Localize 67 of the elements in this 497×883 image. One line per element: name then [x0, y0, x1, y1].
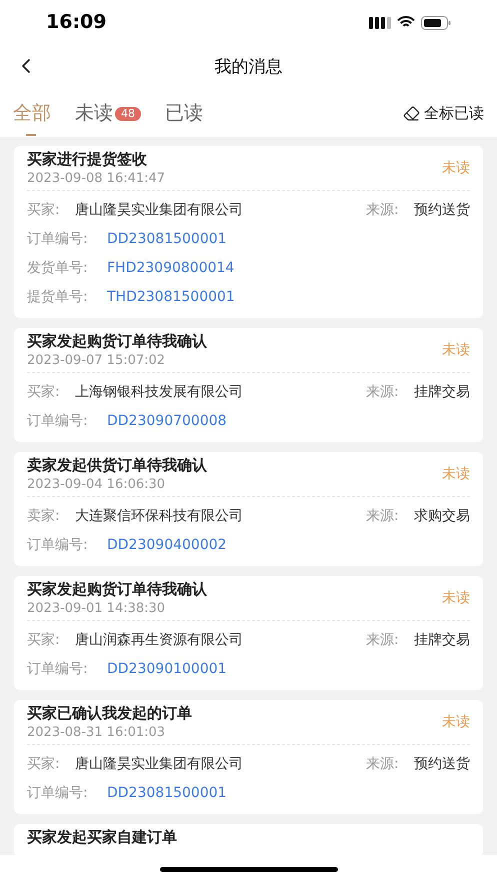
field-label: 订单编号: [27, 784, 89, 803]
field-value: 挂牌交易 [414, 383, 470, 402]
read-status: 未读 [442, 588, 470, 608]
field-label: 来源: [366, 755, 400, 774]
field-label: 提货单号: [27, 288, 89, 307]
field-value: 求购交易 [414, 507, 470, 526]
field-label: 买家: [27, 755, 61, 774]
order-number-link[interactable]: DD23090700008 [107, 411, 227, 432]
field-value: 预约送货 [414, 201, 470, 220]
field-label: 买家: [27, 631, 61, 650]
message-title: 买家发起买家自建订单 [27, 827, 177, 848]
field-value: 上海钢银科技发展有限公司 [75, 383, 243, 402]
field-label: 卖家: [27, 507, 61, 526]
message-title: 买家进行提货签收 [27, 149, 148, 170]
order-number-link[interactable]: DD23090100001 [107, 659, 227, 680]
message-time: 2023-09-07 15:07:02 [27, 352, 166, 369]
message-title: 买家发起购货订单待我确认 [27, 579, 207, 600]
read-status: 未读 [442, 464, 470, 484]
field-label: 来源: [366, 383, 400, 402]
field-value: 唐山润森再生资源有限公司 [75, 631, 243, 650]
field-value: 唐山隆昊实业集团有限公司 [75, 201, 243, 220]
field-value: 大连聚信环保科技有限公司 [75, 507, 243, 526]
field-label: 买家: [27, 201, 61, 220]
field-label: 买家: [27, 383, 61, 402]
tab-indicator [26, 134, 36, 136]
field-value: 预约送货 [414, 755, 470, 774]
field-value: 唐山隆昊实业集团有限公司 [75, 755, 243, 774]
field-label: 订单编号: [27, 412, 89, 431]
order-number-link[interactable]: FHD23090800014 [107, 258, 234, 279]
field-label: 订单编号: [27, 230, 89, 249]
message-card[interactable]: 买家发起购货订单待我确认 2023-09-07 15:07:02 未读 买家: 上海钢银科技发展有限公司 来源: 挂牌交易 订单编号: DD23090700008 [14, 328, 483, 442]
tab[interactable]: 未读 48 [75, 92, 141, 136]
battery-icon [421, 16, 451, 30]
field-value: 挂牌交易 [414, 631, 470, 650]
message-card[interactable]: 卖家发起供货订单待我确认 2023-09-04 16:06:30 未读 卖家: 大连聚信环保科技有限公司 来源: 求购交易 订单编号: DD23090400002 [14, 452, 483, 566]
message-card[interactable]: 买家发起购货订单待我确认 2023-09-01 14:38:30 未读 买家: 唐山润森再生资源有限公司 来源: 挂牌交易 订单编号: DD23090100001 [14, 576, 483, 690]
tab[interactable]: 已读 [165, 92, 203, 136]
page-title: 我的消息 [214, 56, 282, 79]
message-time: 2023-08-31 16:01:03 [27, 724, 166, 741]
wifi-icon [397, 16, 415, 29]
mark-all-read-button[interactable]: 全标已读 [403, 102, 484, 125]
field-label: 发货单号: [27, 259, 89, 278]
status-time: 16:09 [46, 10, 106, 36]
message-title: 卖家发起供货订单待我确认 [27, 455, 207, 476]
message-card[interactable]: 买家进行提货签收 2023-09-08 16:41:47 未读 买家: 唐山隆昊实业集团有限公司 来源: 预约送货 订单编号: DD23081500001 发货单号: FHD23090800014 提货单号: THD23081500001 [14, 146, 483, 318]
order-number-link[interactable]: THD23081500001 [107, 287, 235, 308]
field-label: 来源: [366, 507, 400, 526]
message-time: 2023-09-08 16:41:47 [27, 170, 166, 187]
eraser-icon [403, 105, 420, 122]
message-card[interactable]: 买家已确认我发起的订单 2023-08-31 16:01:03 未读 买家: 唐山隆昊实业集团有限公司 来源: 预约送货 订单编号: DD23081500001 [14, 700, 483, 814]
read-status: 未读 [442, 712, 470, 732]
order-number-link[interactable]: DD23090400002 [107, 535, 227, 556]
message-time: 2023-09-01 14:38:30 [27, 600, 166, 617]
message-title: 买家发起购货订单待我确认 [27, 331, 207, 352]
message-card[interactable]: 买家发起买家自建订单 [14, 824, 483, 855]
signal-icon [369, 16, 391, 28]
message-title: 买家已确认我发起的订单 [27, 703, 192, 724]
read-status: 未读 [442, 340, 470, 360]
unread-count-badge: 48 [115, 106, 141, 120]
order-number-link[interactable]: DD23081500001 [107, 783, 227, 804]
field-label: 订单编号: [27, 660, 89, 679]
read-status: 未读 [442, 158, 470, 178]
field-label: 来源: [366, 631, 400, 650]
field-label: 来源: [366, 201, 400, 220]
message-time: 2023-09-04 16:06:30 [27, 476, 166, 493]
field-label: 订单编号: [27, 536, 89, 555]
order-number-link[interactable]: DD23081500001 [107, 229, 227, 250]
